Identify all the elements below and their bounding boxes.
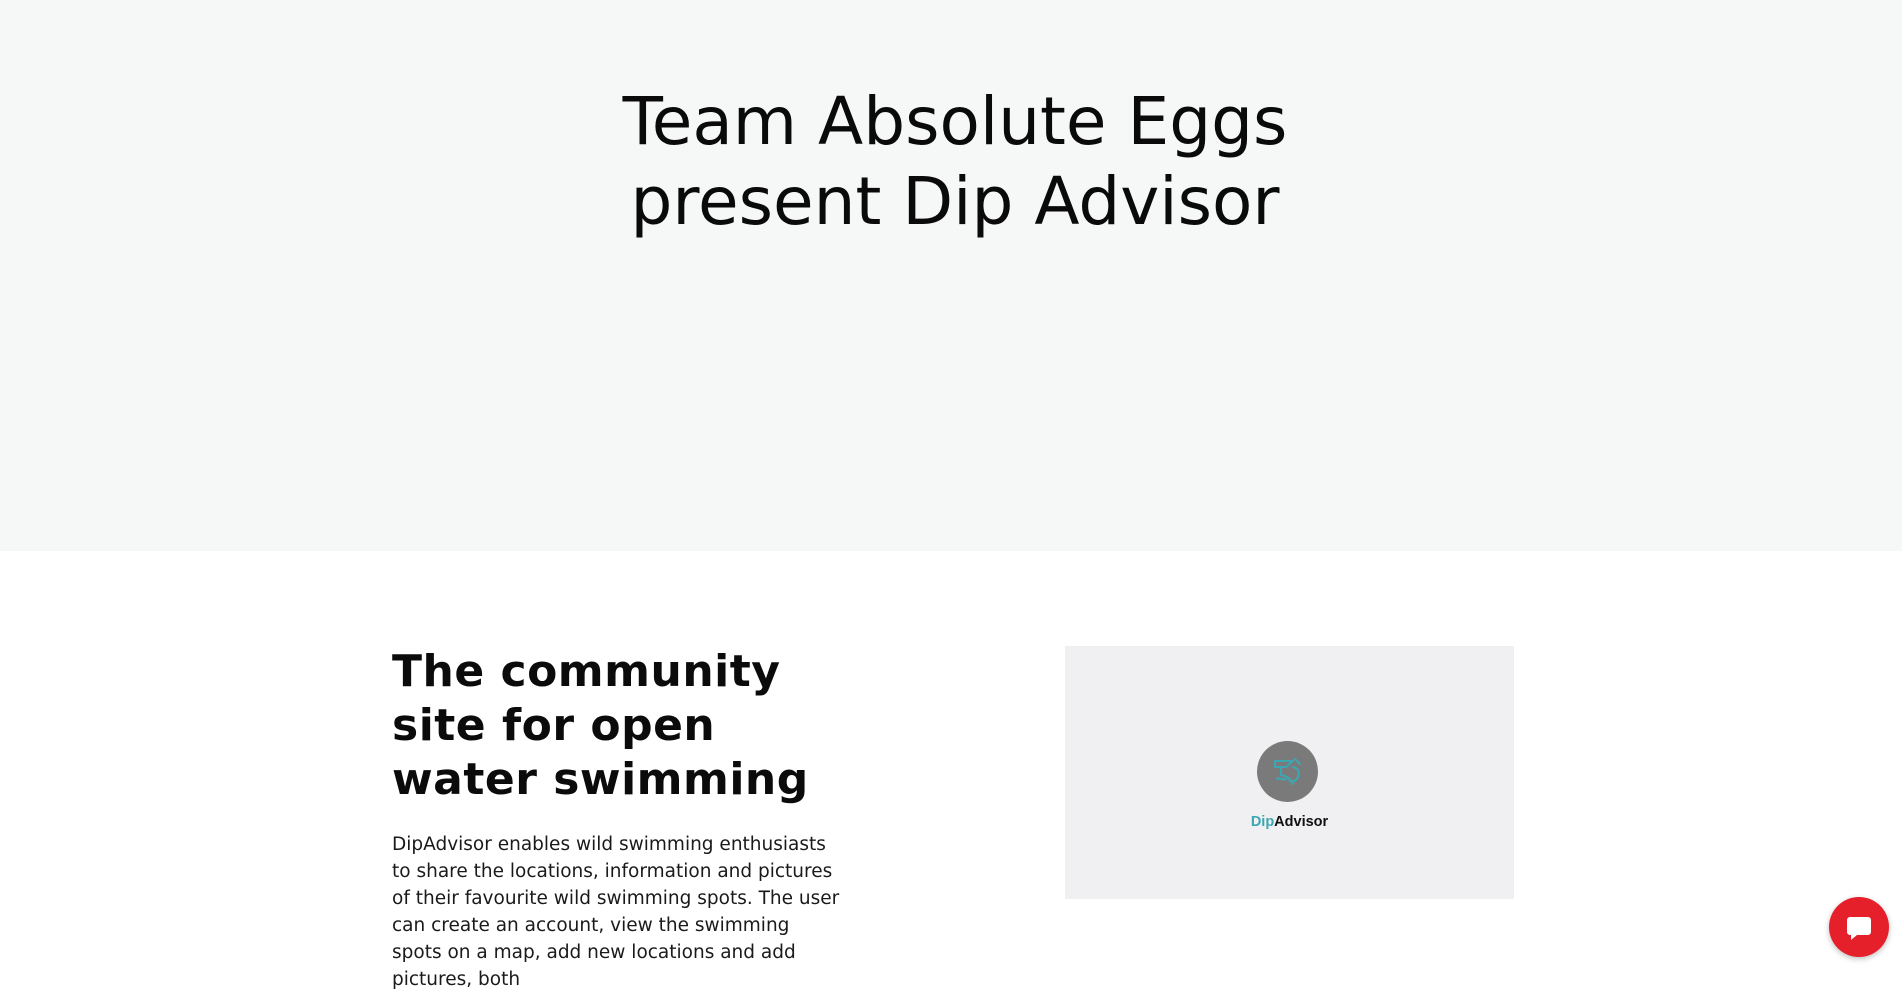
project-media: DipAdvisor [1065,646,1514,899]
logo-wordmark: DipAdvisor [1065,814,1514,830]
logo-badge [1257,741,1318,802]
hero-title: Team Absolute Eggs present Dip Advisor [622,83,1288,240]
section-heading: The community site for open water swimmi… [392,646,809,805]
section-description: DipAdvisor enables wild swimming enthusi… [392,834,840,990]
hero-section: Team Absolute Eggs present Dip Advisor [0,0,1902,551]
logo-word-rest: Advisor [1274,814,1329,830]
chat-button[interactable] [1829,897,1889,957]
project-section: The community site for open water swimmi… [0,551,1902,990]
logo-word-accent: Dip [1250,814,1275,830]
